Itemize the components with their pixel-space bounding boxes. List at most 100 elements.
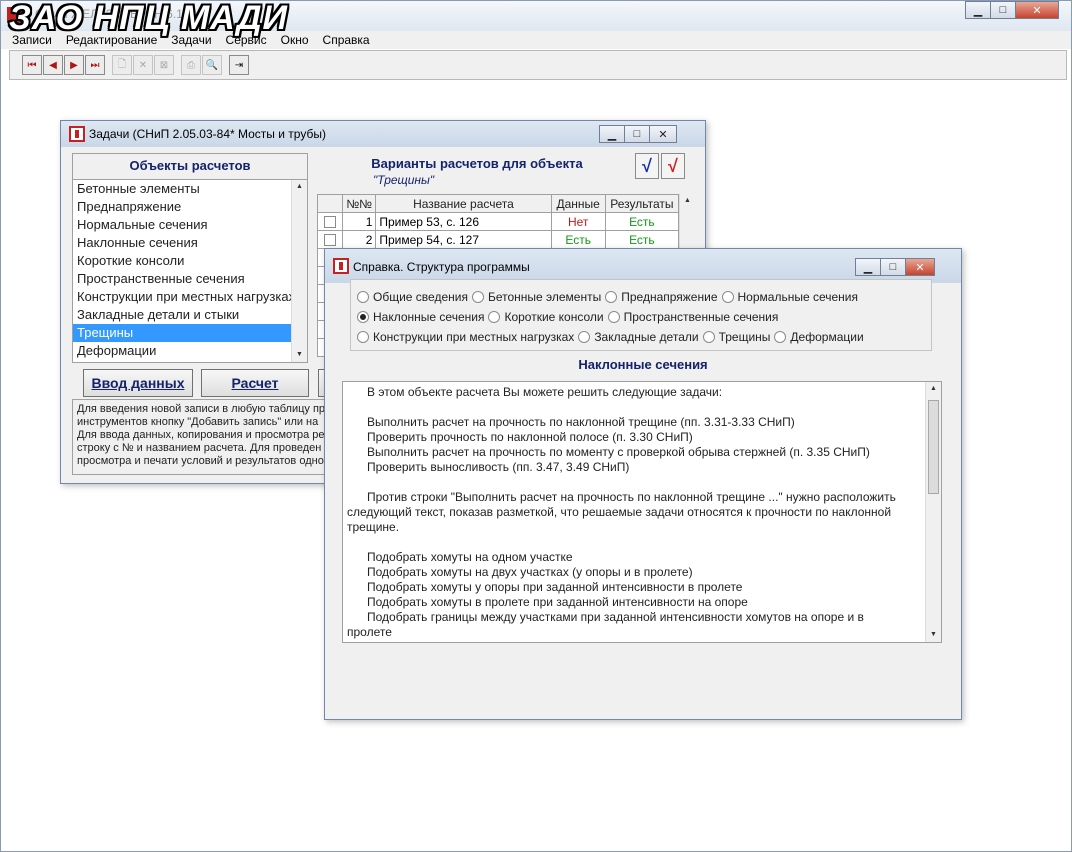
help-text-line: пролете bbox=[347, 625, 392, 639]
help-blank-line bbox=[347, 475, 925, 490]
help-text-line: Проверить прочность по наклонной полосе … bbox=[367, 430, 693, 444]
help-window-titlebar: Справка. Структура программы ▁ □ ✕ bbox=[325, 249, 961, 283]
scroll-thumb[interactable] bbox=[928, 400, 939, 494]
row-data-status: Нет bbox=[550, 212, 606, 231]
app-maximize-button[interactable]: □ bbox=[990, 1, 1016, 19]
objects-header: Объекты расчетов bbox=[73, 154, 307, 180]
menu-help[interactable]: Справка bbox=[316, 33, 377, 47]
app-titlebar: СНиП ЖЕЛЕЗОБЕТОН 6.1 ЗАО НПЦ МАДИ ▁ □ ✕ bbox=[1, 0, 1071, 37]
help-window: Справка. Структура программы ▁ □ ✕ Общие… bbox=[324, 248, 962, 720]
object-item-spatial-sections[interactable]: Пространственные сечения bbox=[73, 270, 291, 288]
help-close-button[interactable]: ✕ bbox=[905, 258, 935, 276]
help-maximize-button[interactable]: □ bbox=[880, 258, 906, 276]
help-minimize-button[interactable]: ▁ bbox=[855, 258, 881, 276]
help-text-area: В этом объекте расчета Вы можете решить … bbox=[342, 381, 942, 643]
tasks-maximize-button[interactable]: □ bbox=[624, 125, 650, 143]
help-text-content: В этом объекте расчета Вы можете решить … bbox=[347, 385, 925, 641]
tasks-window-icon[interactable] bbox=[69, 126, 85, 142]
help-text-line: Подобрать хомуты в пролете при заданной … bbox=[367, 595, 748, 609]
radio-concrete[interactable]: Бетонные элементы bbox=[471, 290, 601, 304]
new-record-icon[interactable]: 🗋 bbox=[112, 55, 132, 75]
toolbar: ⏮ ◀ ▶ ⏭ 🗋 ✕ ⊠ ⎙ 🔍 ⇥ bbox=[9, 50, 1067, 80]
help-text-line: следующий текст, показав разметкой, что … bbox=[347, 505, 892, 519]
help-text-line: Подобрать хомуты на двух участках (у опо… bbox=[367, 565, 693, 579]
input-data-button[interactable]: Ввод данных bbox=[83, 369, 193, 397]
row-data-status: Есть bbox=[550, 230, 606, 249]
last-record-icon[interactable]: ⏭ bbox=[85, 55, 105, 75]
app-close-button[interactable]: ✕ bbox=[1015, 1, 1059, 19]
col-data[interactable]: Данные bbox=[550, 194, 606, 213]
col-results[interactable]: Результаты bbox=[604, 194, 680, 213]
object-item-local-loads[interactable]: Конструкции при местных нагрузках bbox=[73, 288, 291, 306]
row-name[interactable]: Пример 54, с. 127 bbox=[375, 230, 552, 249]
scroll-up-icon[interactable]: ▲ bbox=[926, 382, 941, 396]
col-number[interactable]: №№ bbox=[342, 194, 377, 213]
delete-record-icon[interactable]: ✕ bbox=[133, 55, 153, 75]
col-check bbox=[317, 194, 344, 213]
scroll-down-icon[interactable]: ▼ bbox=[292, 348, 307, 362]
company-logo-text: ЗАО НПЦ МАДИ bbox=[9, 0, 288, 37]
help-text-scrollbar[interactable]: ▲ ▼ bbox=[925, 382, 941, 642]
table-row[interactable]: 2 Пример 54, с. 127 Есть Есть bbox=[317, 230, 680, 249]
object-item-embedded-parts[interactable]: Закладные детали и стыки bbox=[73, 306, 291, 324]
scroll-down-icon[interactable]: ▼ bbox=[926, 628, 941, 642]
table-row[interactable]: 1 Пример 53, с. 126 Нет Есть bbox=[317, 212, 680, 231]
col-name[interactable]: Название расчета bbox=[375, 194, 552, 213]
tasks-window-controls: ▁ □ ✕ bbox=[599, 125, 677, 143]
print-icon[interactable]: ⎙ bbox=[181, 55, 201, 75]
tasks-window-title: Задачи (СНиП 2.05.03-84* Мосты и трубы) bbox=[89, 127, 326, 141]
row-number: 2 bbox=[342, 230, 377, 249]
tasks-window-titlebar: Задачи (СНиП 2.05.03-84* Мосты и трубы) … bbox=[61, 121, 705, 147]
radio-normal-sections[interactable]: Нормальные сечения bbox=[721, 290, 858, 304]
object-item-normal-sections[interactable]: Нормальные сечения bbox=[73, 216, 291, 234]
row-results-status: Есть bbox=[604, 212, 680, 231]
object-item-deformations[interactable]: Деформации bbox=[73, 342, 291, 360]
help-text-line: Подобрать хомуты у опоры при заданной ин… bbox=[367, 580, 743, 594]
tasks-close-button[interactable]: ✕ bbox=[649, 125, 677, 143]
radio-short-consoles[interactable]: Короткие консоли bbox=[488, 310, 604, 324]
calculate-button[interactable]: Расчет bbox=[201, 369, 309, 397]
help-text-line: Подобрать границы между участками при за… bbox=[367, 610, 864, 624]
radio-local-loads[interactable]: Конструкции при местных нагрузках bbox=[357, 330, 574, 344]
objects-scrollbar[interactable]: ▲ ▼ bbox=[291, 180, 307, 362]
exit-icon[interactable]: ⇥ bbox=[229, 55, 249, 75]
object-item-cracks[interactable]: Трещины bbox=[73, 324, 291, 342]
clear-record-icon[interactable]: ⊠ bbox=[154, 55, 174, 75]
check-all-button[interactable]: √ bbox=[635, 153, 659, 179]
scroll-up-icon[interactable]: ▲ bbox=[680, 194, 695, 208]
print-preview-icon[interactable]: 🔍 bbox=[202, 55, 222, 75]
prev-record-icon[interactable]: ◀ bbox=[43, 55, 63, 75]
object-item-prestress[interactable]: Преднапряжение bbox=[73, 198, 291, 216]
row-number: 1 bbox=[342, 212, 377, 231]
help-text-line: Подобрать хомуты на одном участке bbox=[367, 550, 573, 564]
radio-row: Конструкции при местных нагрузках Заклад… bbox=[357, 330, 868, 344]
radio-general[interactable]: Общие сведения bbox=[357, 290, 468, 304]
first-record-icon[interactable]: ⏮ bbox=[22, 55, 42, 75]
row-name[interactable]: Пример 53, с. 126 bbox=[375, 212, 552, 231]
help-topic-radio-group: Общие сведения Бетонные элементы Преднап… bbox=[350, 279, 932, 351]
help-window-title: Справка. Структура программы bbox=[353, 260, 530, 274]
row-checkbox[interactable] bbox=[317, 230, 344, 249]
radio-embedded-parts[interactable]: Закладные детали bbox=[578, 330, 699, 344]
object-item-inclined-sections[interactable]: Наклонные сечения bbox=[73, 234, 291, 252]
help-text-line: Против строки "Выполнить расчет на прочн… bbox=[367, 490, 896, 504]
next-record-icon[interactable]: ▶ bbox=[64, 55, 84, 75]
radio-inclined-sections[interactable]: Наклонные сечения bbox=[357, 310, 484, 324]
scroll-up-icon[interactable]: ▲ bbox=[292, 180, 307, 194]
app-minimize-button[interactable]: ▁ bbox=[965, 1, 991, 19]
radio-row: Наклонные сечения Короткие консоли Прост… bbox=[357, 310, 782, 324]
object-item-concrete[interactable]: Бетонные элементы bbox=[73, 180, 291, 198]
radio-prestress[interactable]: Преднапряжение bbox=[605, 290, 718, 304]
radio-cracks[interactable]: Трещины bbox=[702, 330, 770, 344]
object-item-short-consoles[interactable]: Короткие консоли bbox=[73, 252, 291, 270]
help-text-line: трещине. bbox=[347, 520, 400, 534]
help-blank-line bbox=[347, 535, 925, 550]
tasks-minimize-button[interactable]: ▁ bbox=[599, 125, 625, 143]
uncheck-all-button[interactable]: √ bbox=[661, 153, 685, 179]
help-text-line: Выполнить расчет на прочность по наклонн… bbox=[367, 415, 795, 429]
help-window-icon[interactable] bbox=[333, 258, 349, 274]
radio-spatial-sections[interactable]: Пространственные сечения bbox=[607, 310, 778, 324]
radio-deformations[interactable]: Деформации bbox=[774, 330, 864, 344]
row-checkbox[interactable] bbox=[317, 212, 344, 231]
app-window-controls: ▁ □ ✕ bbox=[965, 1, 1059, 19]
